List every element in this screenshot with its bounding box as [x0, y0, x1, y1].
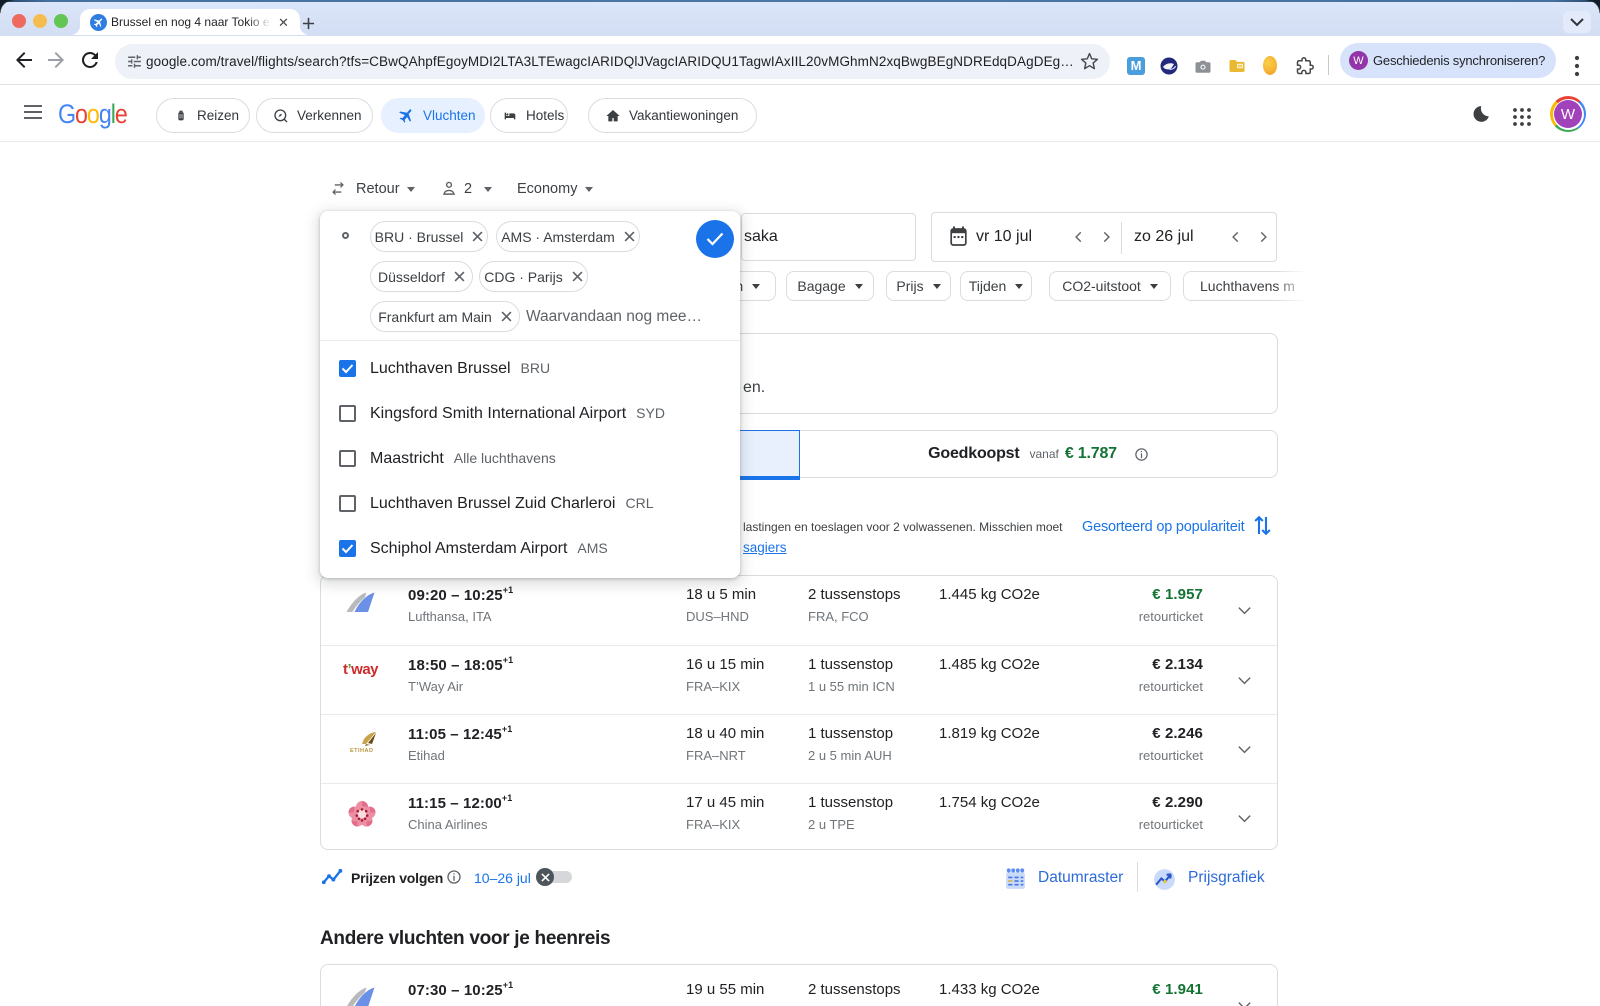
svg-text:ETIHAD: ETIHAD	[350, 748, 373, 754]
